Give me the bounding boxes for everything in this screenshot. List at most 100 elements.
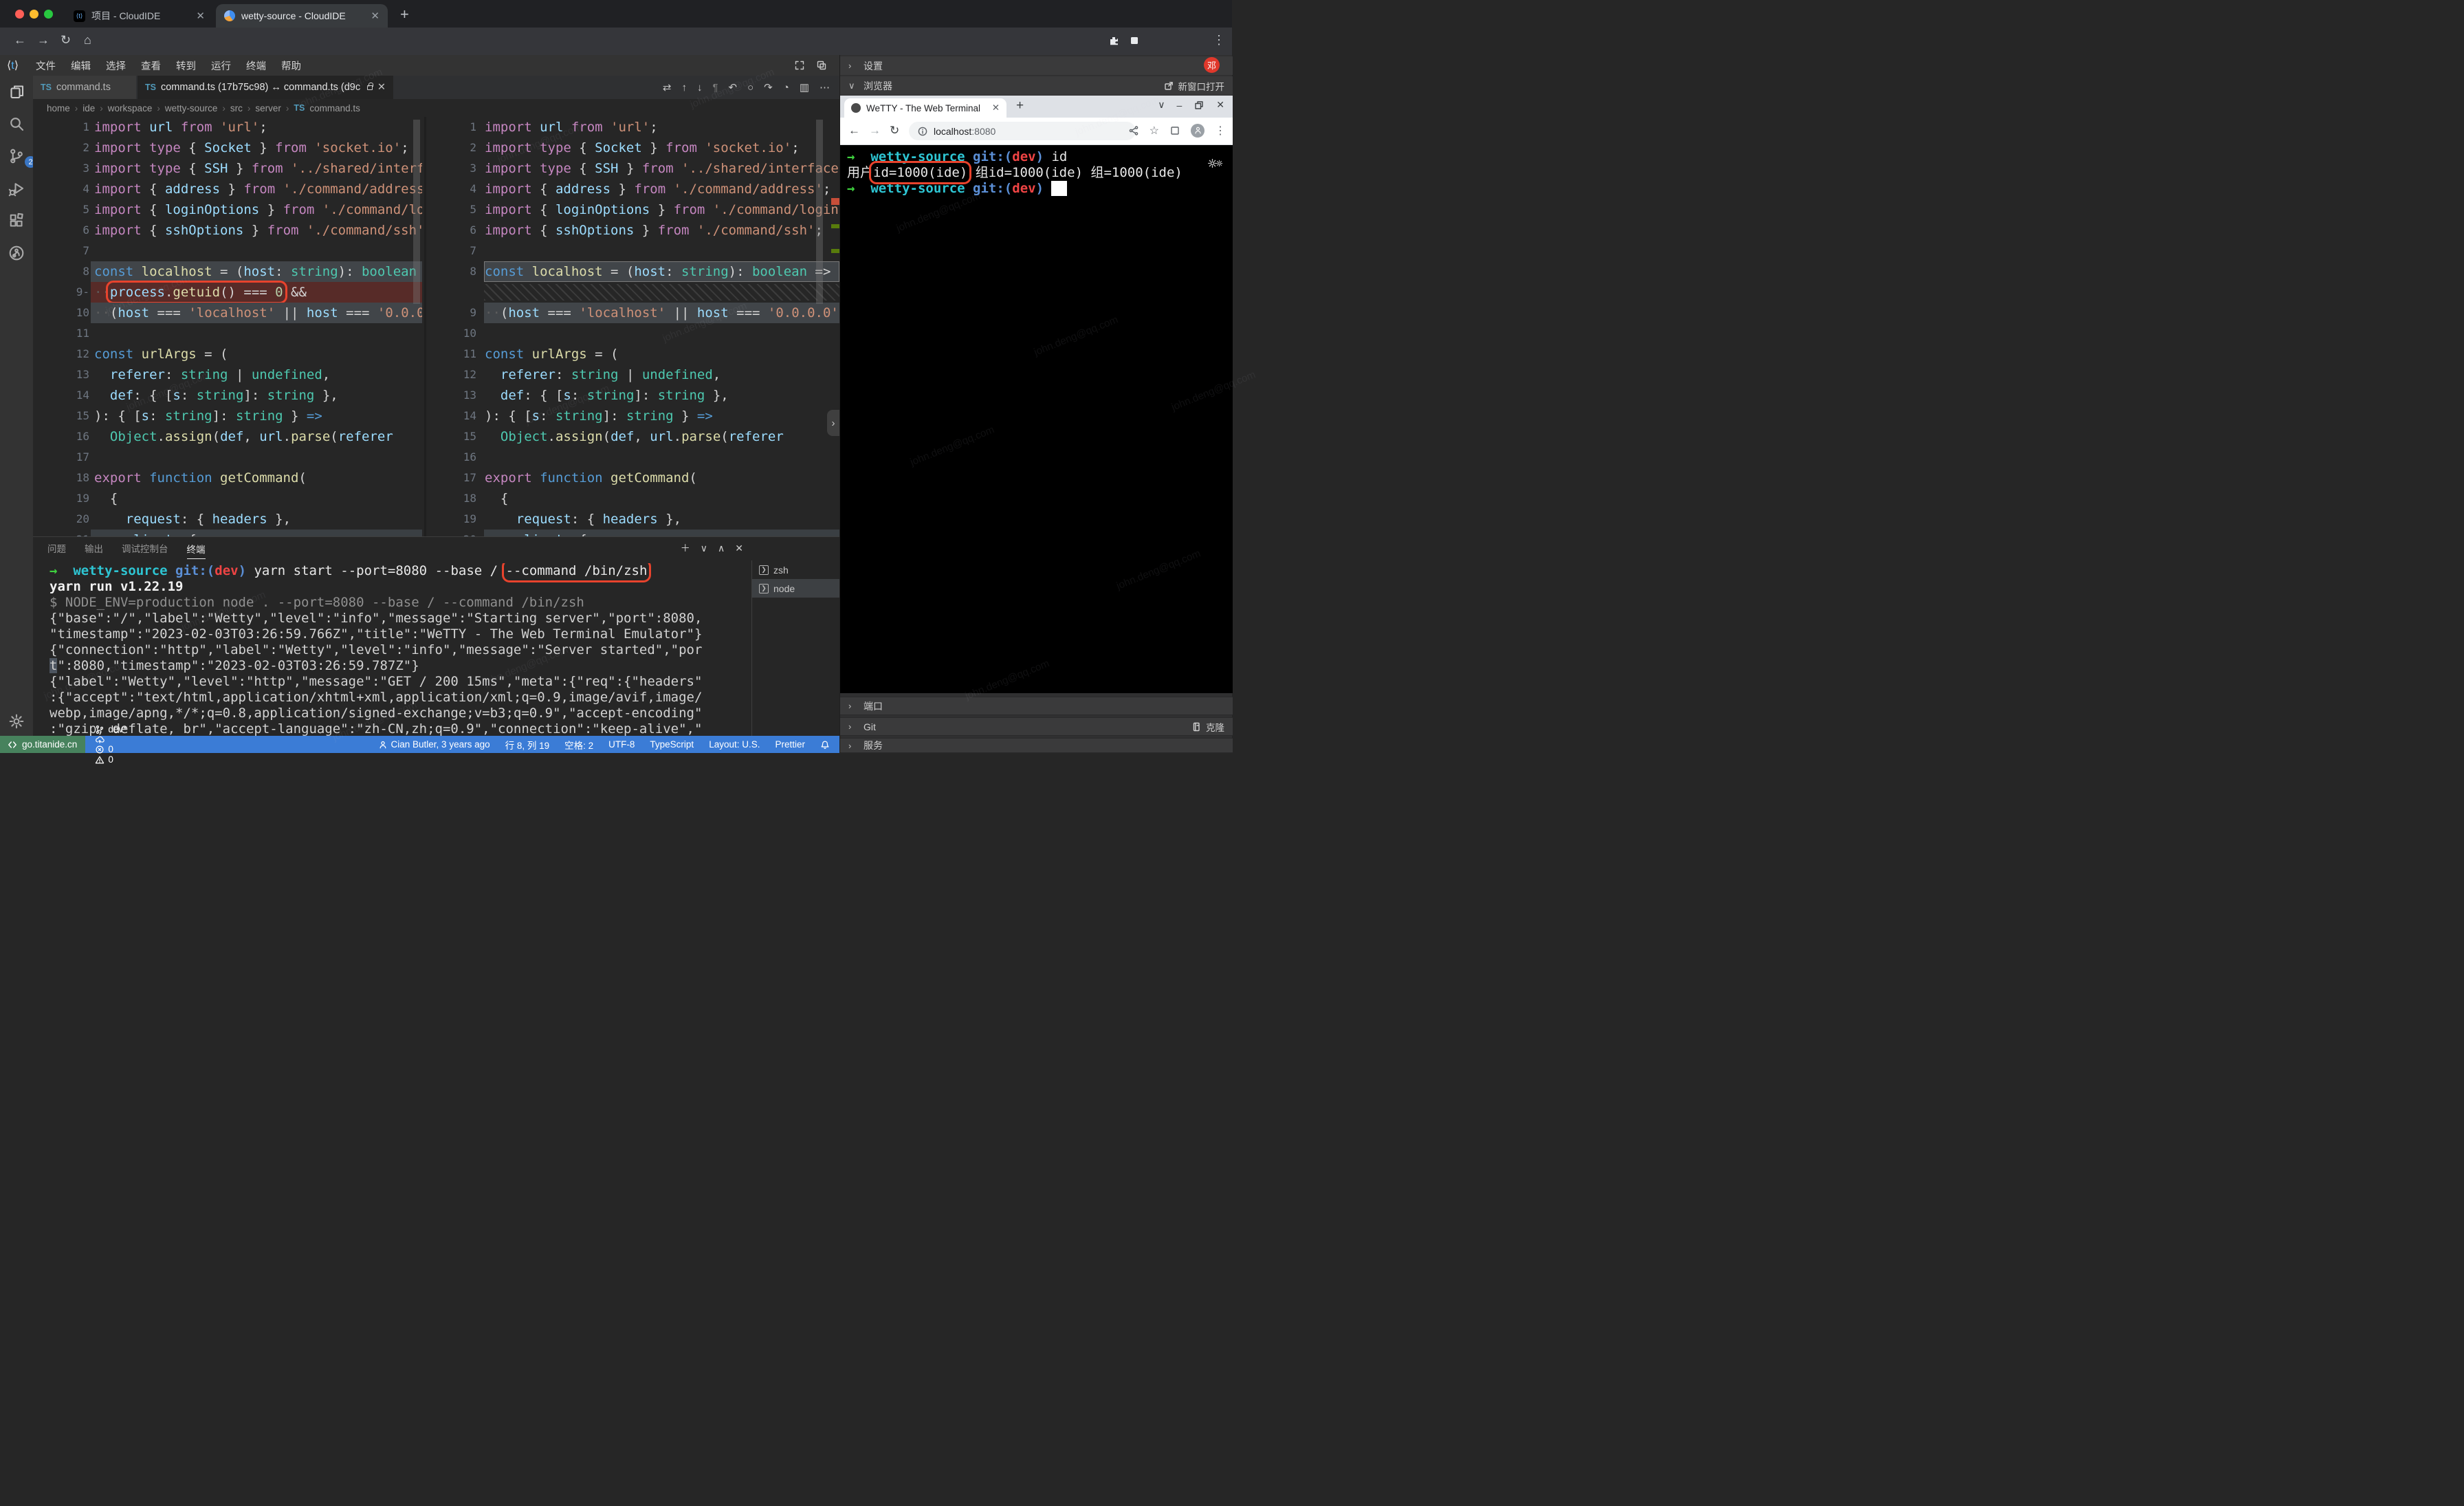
- open-new-window-button[interactable]: 新窗口打开: [1163, 79, 1225, 93]
- panel-tab-输出[interactable]: 输出: [85, 541, 103, 555]
- status-item[interactable]: [820, 740, 830, 750]
- run-debug-icon[interactable]: [8, 180, 25, 197]
- reload-icon[interactable]: ↻: [890, 124, 899, 138]
- panel-expand-handle[interactable]: ›: [827, 410, 839, 436]
- breadcrumb-item[interactable]: ide: [82, 103, 95, 113]
- git-graph-icon[interactable]: [8, 245, 25, 261]
- menu-item-终端[interactable]: 终端: [239, 61, 274, 72]
- files-icon[interactable]: [8, 83, 25, 100]
- side-panel-icon[interactable]: [1129, 33, 1140, 47]
- menu-item-编辑[interactable]: 编辑: [63, 61, 98, 72]
- editor-tab-diff[interactable]: TS command.ts (17b75c98) ↔ command.ts (d…: [138, 76, 393, 99]
- extensions-puzzle-icon[interactable]: [1108, 33, 1119, 47]
- diff-editor[interactable]: 1import url from 'url';2import type { So…: [33, 117, 839, 536]
- forward-icon[interactable]: →: [37, 33, 50, 47]
- menu-item-查看[interactable]: 查看: [133, 61, 168, 72]
- current-change-icon[interactable]: ○: [747, 82, 754, 94]
- git-clone-button[interactable]: 克隆: [1191, 720, 1224, 734]
- layout-icon[interactable]: [816, 59, 827, 72]
- editor-tab-command-ts[interactable]: TS command.ts: [33, 76, 136, 99]
- more-actions-icon[interactable]: ⋯: [820, 81, 830, 94]
- expand-icon[interactable]: [794, 59, 805, 72]
- reload-icon[interactable]: ↻: [60, 33, 71, 47]
- breadcrumb-item[interactable]: home: [47, 103, 70, 113]
- browser-menu-kebab-icon[interactable]: ⋮: [1215, 124, 1226, 138]
- scrollbar-right-pane[interactable]: [815, 118, 824, 531]
- diff-pane-modified[interactable]: 1import url from 'url';2import type { So…: [424, 117, 839, 536]
- embedded-address-bar[interactable]: localhost:8080: [909, 122, 1136, 140]
- status-item-prettier[interactable]: Prettier: [775, 739, 805, 750]
- breadcrumb[interactable]: home›ide›workspace›wetty-source›src›serv…: [33, 99, 839, 117]
- close-tab-icon[interactable]: ✕: [371, 10, 380, 22]
- menu-item-帮助[interactable]: 帮助: [274, 61, 309, 72]
- terminal-session-node[interactable]: ❯node: [752, 579, 839, 598]
- home-icon[interactable]: ⌂: [84, 33, 91, 47]
- section-browser[interactable]: ∨ 浏览器 新窗口打开: [840, 76, 1233, 95]
- status-item-0[interactable]: 0: [95, 754, 126, 765]
- terminal-dropdown-icon[interactable]: ∨: [701, 543, 707, 554]
- site-info-icon[interactable]: [917, 125, 928, 137]
- browser-menu-kebab-icon[interactable]: ⋮: [1213, 33, 1225, 47]
- status-item-cian-butler-3-years-ago[interactable]: Cian Butler, 3 years ago: [378, 739, 490, 750]
- wetty-terminal[interactable]: → wetty-source git:(dev) id用户id=1000(ide…: [840, 145, 1233, 693]
- panel-tab-调试控制台[interactable]: 调试控制台: [122, 541, 168, 555]
- split-editor-icon[interactable]: ▥: [800, 81, 809, 94]
- embedded-tab-wetty[interactable]: WeTTY - The Web Terminal ✕: [844, 98, 1006, 118]
- prev-change-icon[interactable]: ↶: [729, 81, 738, 94]
- wetty-settings-gear-icon[interactable]: [1207, 157, 1223, 170]
- status-item--8-19[interactable]: 行 8, 列 19: [505, 738, 550, 752]
- section-ports[interactable]: › 端口: [840, 697, 1233, 715]
- menu-item-运行[interactable]: 运行: [204, 61, 239, 72]
- breadcrumb-item[interactable]: wetty-source: [165, 103, 218, 113]
- minimize-icon[interactable]: –: [1176, 100, 1182, 111]
- new-tab-button[interactable]: +: [1016, 98, 1024, 113]
- menu-item-选择[interactable]: 选择: [98, 61, 133, 72]
- close-tab-icon[interactable]: ✕: [196, 10, 205, 22]
- back-icon[interactable]: ←: [14, 33, 26, 47]
- next-change-icon[interactable]: ↷: [764, 81, 773, 94]
- section-settings[interactable]: › 设置: [840, 56, 1233, 75]
- whitespace-icon[interactable]: ¶: [712, 82, 718, 94]
- previous-icon[interactable]: ↑: [681, 82, 687, 94]
- status-item-dev-[interactable]: dev*: [95, 724, 126, 734]
- bookmark-star-icon[interactable]: ☆: [1150, 124, 1159, 138]
- terminal-output[interactable]: → wetty-source git:(dev) yarn start --po…: [33, 563, 751, 736]
- breadcrumb-item[interactable]: workspace: [108, 103, 153, 113]
- status-item[interactable]: [95, 734, 126, 744]
- forward-icon[interactable]: →: [869, 124, 881, 138]
- scrollbar-left-pane[interactable]: [412, 118, 421, 531]
- user-badge[interactable]: 邓: [1204, 57, 1220, 73]
- status-item--2[interactable]: 空格: 2: [564, 738, 593, 752]
- avatar[interactable]: [1191, 124, 1204, 138]
- status-item-utf-8[interactable]: UTF-8: [608, 739, 635, 750]
- share-icon[interactable]: [1128, 124, 1139, 137]
- timeline-icon[interactable]: ◔: [783, 82, 789, 94]
- section-services[interactable]: › 服务: [840, 738, 1233, 753]
- breadcrumb-item[interactable]: server: [255, 103, 281, 113]
- maximize-panel-icon[interactable]: ∧: [718, 543, 725, 554]
- menu-item-文件[interactable]: 文件: [28, 61, 63, 72]
- browser-tab-wetty-source[interactable]: wetty-source - CloudIDE ✕: [216, 4, 388, 28]
- settings-gear-icon[interactable]: [8, 713, 25, 730]
- status-item-0[interactable]: 0: [95, 744, 126, 754]
- breadcrumb-item[interactable]: command.ts: [309, 103, 360, 113]
- new-terminal-icon[interactable]: ＋: [681, 541, 690, 555]
- menu-item-转到[interactable]: 转到: [168, 61, 204, 72]
- breadcrumb-item[interactable]: src: [230, 103, 243, 113]
- close-tab-icon[interactable]: ✕: [377, 82, 386, 93]
- search-icon[interactable]: [8, 116, 25, 132]
- section-git[interactable]: › Git 克隆: [840, 717, 1233, 736]
- new-tab-button[interactable]: +: [400, 7, 409, 22]
- back-icon[interactable]: ←: [848, 124, 860, 138]
- traffic-light-minimize[interactable]: [30, 10, 38, 19]
- close-panel-icon[interactable]: ✕: [735, 543, 743, 554]
- close-tab-icon[interactable]: ✕: [992, 102, 1000, 113]
- traffic-light-close[interactable]: [15, 10, 24, 19]
- traffic-light-maximize[interactable]: [44, 10, 53, 19]
- extensions-icon[interactable]: [8, 212, 25, 229]
- panel-tab-问题[interactable]: 问题: [47, 541, 66, 555]
- close-window-icon[interactable]: ✕: [1216, 99, 1224, 111]
- next-icon[interactable]: ↓: [697, 82, 703, 94]
- browser-tab-project[interactable]: ⟨t⟩ 项目 - CloudIDE ✕: [65, 4, 213, 28]
- side-panel-icon[interactable]: [1169, 124, 1180, 137]
